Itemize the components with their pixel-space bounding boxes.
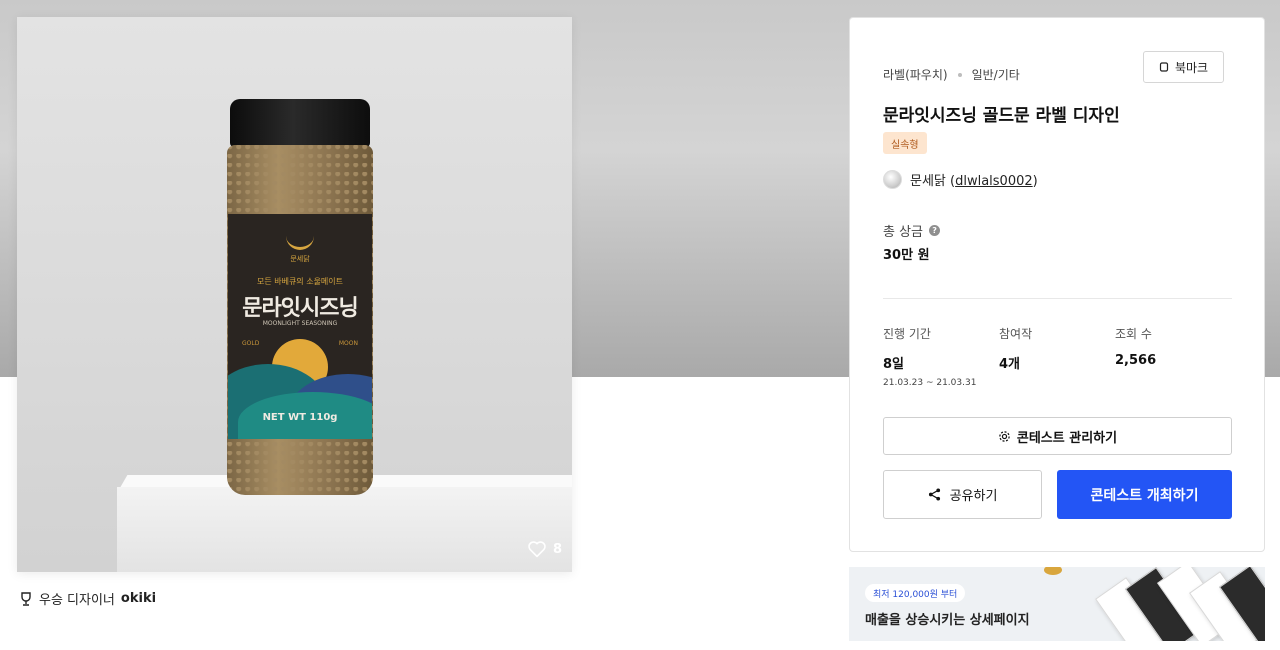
prize-value: 30만 원: [883, 248, 930, 263]
banner-decoration: [1044, 567, 1062, 575]
label-gold-text: GOLD: [242, 340, 260, 347]
plan-badge: 실속형: [883, 132, 927, 154]
like-count: 8: [552, 541, 562, 557]
host-id-link[interactable]: dlwlals0002: [955, 174, 1033, 189]
share-button[interactable]: 공유하기: [883, 470, 1042, 519]
stat-views-value: 2,566: [1115, 353, 1157, 368]
stat-entries-label: 참여작: [999, 327, 1033, 341]
bookmark-button[interactable]: 북마크: [1143, 51, 1224, 83]
pedestal: [117, 487, 572, 572]
host-name: 문세닭 (: [910, 174, 956, 189]
avatar[interactable]: [883, 170, 902, 189]
like-button[interactable]: 8: [527, 540, 562, 558]
stat-period-range: 21.03.23 ~ 21.03.31: [883, 378, 977, 388]
help-icon[interactable]: ?: [929, 225, 941, 236]
label-logo-icon: [286, 232, 314, 250]
bookmark-icon: [1159, 62, 1169, 72]
winner-name[interactable]: okiki: [121, 591, 156, 606]
stat-period-value: 8일: [883, 357, 905, 372]
label-subtitle: MOONLIGHT SEASONING: [262, 320, 338, 327]
trophy-icon: [21, 591, 31, 606]
banner-badge: 최저 120,000원 부터: [865, 584, 966, 602]
stat-views: 조회 수 2,566: [1115, 325, 1156, 368]
winner-designer: 우승 디자이너 okiki: [19, 589, 156, 608]
breadcrumb: 라벨(파우치) 일반/기타: [883, 66, 1020, 83]
breadcrumb-category[interactable]: 라벨(파우치): [883, 66, 948, 83]
divider: [883, 298, 1232, 299]
stat-entries: 참여작 4개: [999, 325, 1032, 372]
manage-contest-label: 콘테스트 관리하기: [1016, 430, 1118, 446]
heart-icon: [528, 541, 546, 558]
label-net-weight: NET WT 110g: [262, 412, 338, 423]
gear-icon: [999, 430, 1010, 442]
jar-label: 문세닭 모든 바베큐의 소울메이트 문라잇시즈닝 MOONLIGHT SEASO…: [228, 214, 372, 439]
seasoning-jar: 문세닭 모든 바베큐의 소울메이트 문라잇시즈닝 MOONLIGHT SEASO…: [227, 99, 373, 499]
label-brand: 문세닭: [290, 255, 310, 263]
contest-title: 문라잇시즈닝 골드문 라벨 디자인: [883, 106, 1120, 126]
banner-text: 매출을 상승시키는 상세페이지: [865, 613, 1030, 628]
prize-label-text: 총 상금: [883, 225, 924, 240]
manage-contest-button[interactable]: 콘테스트 관리하기: [883, 417, 1232, 455]
product-image[interactable]: 문세닭 모든 바베큐의 소울메이트 문라잇시즈닝 MOONLIGHT SEASO…: [17, 17, 572, 572]
label-title: 문라잇시즈닝: [242, 296, 358, 321]
host-contest-button[interactable]: 콘테스트 개최하기: [1057, 470, 1232, 519]
breadcrumb-subcategory[interactable]: 일반/기타: [972, 66, 1020, 83]
share-label: 공유하기: [949, 489, 998, 504]
stat-views-label: 조회 수: [1115, 327, 1152, 341]
stat-entries-value: 4개: [999, 357, 1021, 372]
stat-period-label: 진행 기간: [883, 327, 931, 341]
stat-period: 진행 기간 8일 21.03.23 ~ 21.03.31: [883, 325, 976, 388]
breadcrumb-separator: [957, 72, 962, 77]
prize-label: 총 상금 ?: [883, 221, 941, 240]
host-close: ): [1032, 174, 1038, 189]
banner-illustration: [1044, 567, 1265, 641]
label-moon-text: MOON: [338, 340, 358, 347]
promo-banner[interactable]: 최저 120,000원 부터 매출을 상승시키는 상세페이지: [849, 567, 1265, 641]
contest-info-panel: 라벨(파우치) 일반/기타 북마크 문라잇시즈닝 골드문 라벨 디자인 실속형 …: [849, 17, 1265, 552]
share-icon: [928, 488, 940, 501]
contest-host: 문세닭 (dlwlals0002): [883, 170, 1038, 189]
label-tagline: 모든 바베큐의 소울메이트: [256, 277, 344, 286]
jar-cap: [230, 99, 370, 147]
winner-prefix: 우승 디자이너: [39, 593, 115, 608]
bookmark-label: 북마크: [1174, 60, 1209, 75]
